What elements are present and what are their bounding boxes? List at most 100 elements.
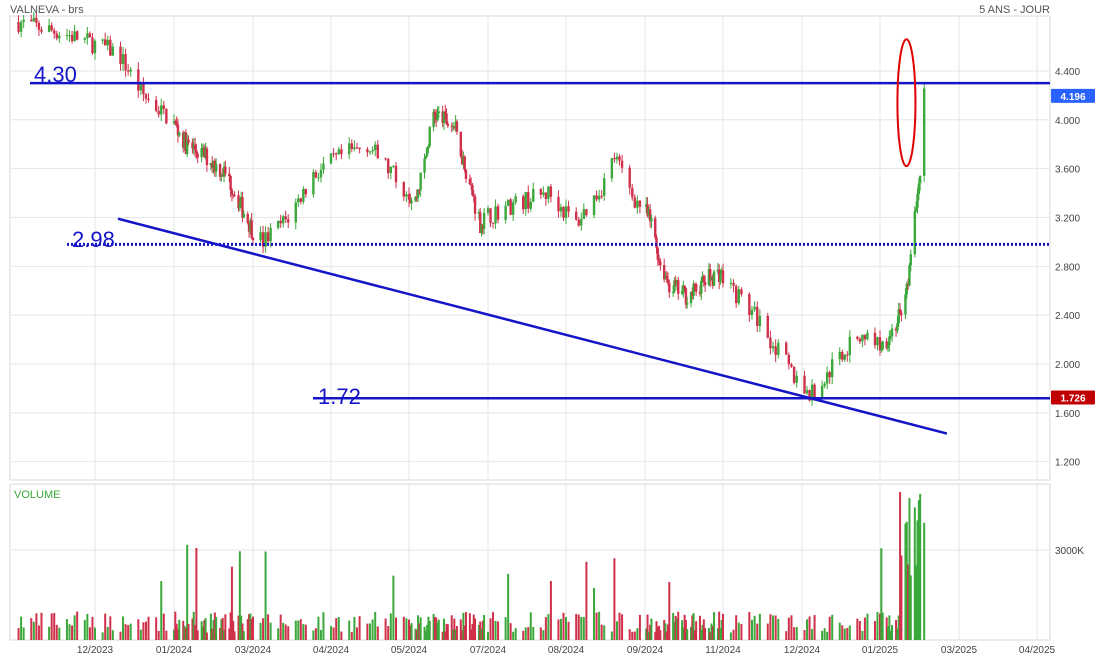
candle-body <box>358 147 361 150</box>
candle-body <box>103 39 107 46</box>
candle-body <box>294 202 297 223</box>
candle-body <box>304 189 308 195</box>
volume-bar <box>509 623 512 640</box>
candle-body <box>618 156 621 161</box>
volume-bar <box>58 627 61 640</box>
volume-bar <box>863 617 866 640</box>
volume-bar <box>155 617 158 640</box>
volume-bar <box>861 630 864 640</box>
volume-bar <box>557 619 560 640</box>
candle-body <box>419 172 422 190</box>
candle-body <box>259 232 262 241</box>
candle-body <box>825 372 829 384</box>
volume-bar <box>32 621 35 640</box>
candle-body <box>160 105 163 115</box>
volume-bar <box>529 612 532 640</box>
candle-body <box>246 213 249 224</box>
volume-bar <box>332 627 335 640</box>
volume-bar <box>785 631 788 640</box>
candle-body <box>355 147 359 149</box>
stock-chart: VALNEVA - brs 5 ANS - JOUR 1.200 1.600 2.0… <box>9 4 1095 656</box>
volume-bar <box>371 619 374 640</box>
volume-bar <box>769 614 772 640</box>
price-tick-label: 3.200 <box>1055 213 1080 224</box>
volume-bar <box>428 621 431 640</box>
volume-bar <box>267 614 270 640</box>
volume-bar <box>567 621 570 640</box>
volume-bar <box>395 617 397 640</box>
volume-bar <box>142 622 145 640</box>
volume-bar <box>242 631 245 640</box>
volume-bar <box>483 614 486 640</box>
candle-body <box>101 39 104 41</box>
candle-body <box>494 206 497 224</box>
volume-bar <box>129 623 132 640</box>
price-tick-label: 4.400 <box>1055 67 1080 78</box>
low-price-value: 1.726 <box>1060 393 1085 404</box>
candle-body <box>463 156 466 170</box>
candle-body <box>446 123 450 126</box>
candle-body <box>748 294 751 315</box>
volume-bar <box>532 626 535 640</box>
candle-body <box>147 98 150 100</box>
volume-bar <box>487 631 489 640</box>
candle-body <box>712 271 716 286</box>
candle-body <box>592 195 596 216</box>
volume-bar <box>137 619 140 640</box>
volume-bar <box>489 618 492 640</box>
candle-body <box>464 169 468 179</box>
candle-body <box>677 280 680 294</box>
candle-body <box>756 306 759 326</box>
candle-body <box>384 158 387 160</box>
volume-bar <box>722 613 724 640</box>
candle-body <box>317 177 320 179</box>
volume-bar <box>650 618 653 640</box>
volume-bar <box>76 611 79 640</box>
volume-bar <box>376 626 379 640</box>
price-tick-label: 4.000 <box>1055 116 1080 127</box>
volume-bar <box>65 619 68 640</box>
volume-bar <box>314 628 317 640</box>
volume-bar <box>575 613 578 640</box>
candle-body <box>266 232 270 242</box>
candle-body <box>322 163 325 170</box>
volume-bar <box>160 581 163 640</box>
volume-bar <box>843 628 846 640</box>
candle-body <box>65 35 69 37</box>
volume-bar <box>20 616 23 640</box>
time-tick-label: 12/2024 <box>784 645 821 656</box>
candle-body <box>387 158 390 174</box>
candle-body <box>68 35 71 37</box>
candle-body <box>900 312 903 315</box>
volume-bar <box>522 630 525 640</box>
volume-bar <box>735 615 738 640</box>
volume-bar <box>841 625 844 640</box>
volume-bar <box>187 623 190 640</box>
volume-bar <box>374 611 377 640</box>
volume-bar <box>53 613 56 640</box>
candle-body <box>366 149 369 153</box>
volume-bar <box>713 612 716 640</box>
volume-bar <box>319 629 322 640</box>
volume-bar <box>777 618 780 640</box>
candle-body <box>562 206 565 218</box>
candle-body <box>58 35 61 39</box>
volume-bar <box>826 631 829 640</box>
candle-body <box>314 172 318 178</box>
volume-bar <box>668 582 671 640</box>
volume-bar <box>312 630 315 640</box>
volume-bar <box>40 612 43 640</box>
volume-bar <box>686 629 689 640</box>
candle-body <box>830 359 834 378</box>
volume-bar <box>369 623 371 640</box>
volume-bar <box>139 629 142 640</box>
volume-bar <box>737 622 740 640</box>
candle-body <box>820 385 824 398</box>
volume-bar <box>22 627 25 640</box>
volume-bar <box>828 616 831 640</box>
volume-bar <box>302 624 305 640</box>
candle-body <box>214 163 218 172</box>
candle-body <box>119 46 122 65</box>
volume-title: VOLUME <box>14 489 60 501</box>
candle-body <box>787 354 791 365</box>
